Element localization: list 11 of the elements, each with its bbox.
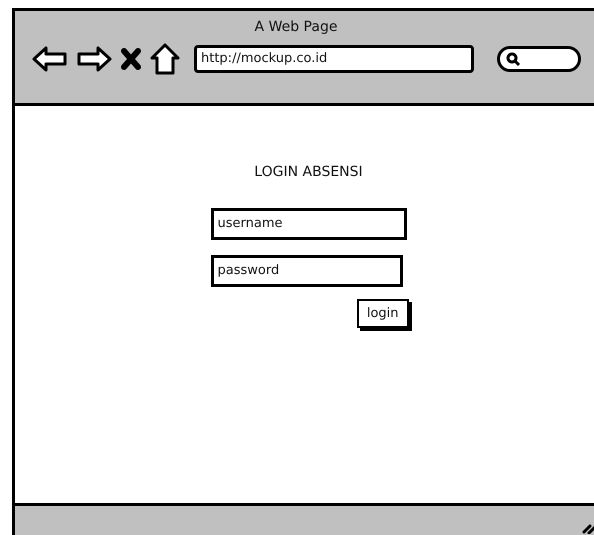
username-field[interactable]: username (210, 208, 406, 240)
address-field[interactable]: http://mockup.co.id (194, 45, 474, 73)
search-field[interactable] (497, 46, 581, 72)
search-icon (506, 52, 520, 66)
password-field[interactable]: password (210, 255, 402, 287)
window-title: A Web Page (254, 18, 338, 35)
back-icon[interactable] (32, 45, 68, 73)
home-icon[interactable] (150, 43, 180, 75)
forward-icon[interactable] (76, 45, 112, 73)
login-heading: LOGIN ABSENSI (254, 164, 363, 180)
close-icon[interactable] (120, 47, 142, 71)
